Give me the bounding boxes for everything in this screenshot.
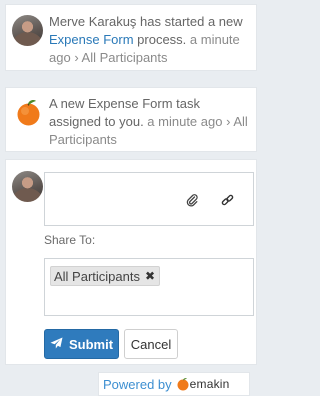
powered-by-text: Powered by — [103, 376, 172, 392]
link-icon[interactable] — [220, 193, 234, 207]
brand-name: emakin — [189, 377, 230, 391]
share-to-label: Share To: — [44, 233, 96, 247]
feed-item-text: Merve Karakuş has started a new Expense … — [49, 13, 250, 67]
feed-tail-text: process. — [133, 32, 190, 47]
feed-item: A new Expense Form task assigned to you.… — [5, 87, 257, 152]
recipient-tag-label: All Participants — [54, 268, 140, 284]
submit-button[interactable]: Submit — [44, 329, 119, 359]
powered-by-badge[interactable]: Powered by emakin — [98, 372, 250, 396]
avatar — [12, 171, 43, 202]
timestamp: a minute ago — [147, 114, 223, 129]
share-recipients-input[interactable]: All Participants ✖ — [44, 258, 254, 316]
feed-action-text: has started a new — [136, 14, 243, 29]
recipient-tag: All Participants ✖ — [50, 266, 161, 286]
cancel-label: Cancel — [130, 336, 172, 352]
actor-name: Merve Karakuş — [49, 14, 137, 29]
expense-form-link[interactable]: Expense Form — [49, 32, 134, 47]
avatar — [12, 15, 43, 46]
feed-item-text: A new Expense Form task assigned to you.… — [49, 95, 250, 149]
cancel-button[interactable]: Cancel — [124, 329, 178, 359]
remove-tag-icon[interactable]: ✖ — [145, 269, 155, 283]
activity-panel: Merve Karakuş has started a new Expense … — [0, 0, 262, 396]
comment-input[interactable] — [44, 172, 254, 226]
submit-label: Submit — [68, 336, 114, 352]
separator: › — [222, 114, 234, 129]
orange-logo-icon — [177, 378, 189, 391]
send-icon — [50, 337, 63, 352]
emakin-logo: emakin — [176, 377, 230, 391]
separator: › — [70, 50, 82, 65]
audience-label: All Participants — [81, 50, 168, 65]
orange-task-icon — [13, 97, 44, 128]
feed-item: Merve Karakuş has started a new Expense … — [5, 4, 257, 71]
paperclip-icon[interactable] — [185, 193, 199, 207]
comment-composer: Share To: All Participants ✖ Submit Canc… — [5, 159, 257, 365]
